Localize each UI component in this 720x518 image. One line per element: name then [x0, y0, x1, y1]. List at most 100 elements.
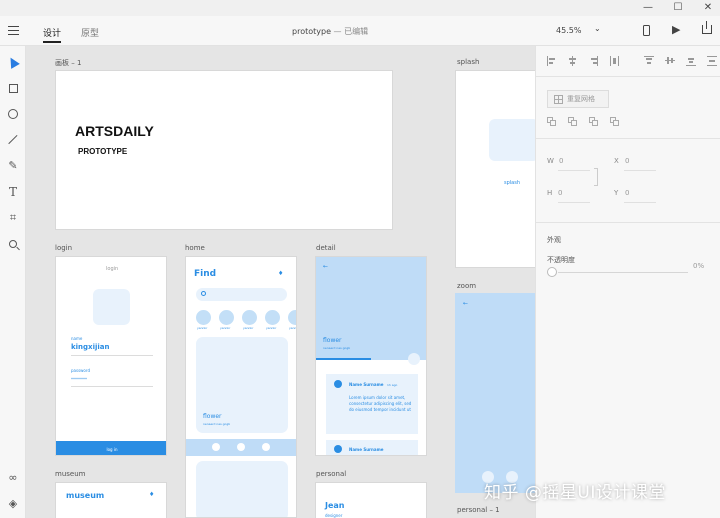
name-value: kingxijian: [71, 343, 110, 351]
divider: [71, 386, 153, 387]
artboard-museum[interactable]: museum ♦: [55, 482, 167, 518]
home-search-bar: [196, 288, 287, 301]
lock-aspect-icon[interactable]: [594, 168, 598, 186]
document-status: 已编辑: [344, 27, 369, 36]
detail-hero: ← flower nenaerd nas gogb: [316, 257, 426, 365]
tab-prototype[interactable]: 原型: [81, 26, 99, 39]
opacity-slider[interactable]: [558, 272, 688, 273]
height-underline: [558, 202, 590, 203]
height-input[interactable]: 0: [558, 189, 562, 197]
artboard-main[interactable]: ARTSDAILY PROTOTYPE: [55, 70, 393, 230]
play-icon[interactable]: ▶: [672, 24, 680, 36]
artboard-label[interactable]: 画板 – 1: [55, 58, 81, 68]
align-right-icon[interactable]: [589, 56, 599, 66]
artboard-label[interactable]: personal: [316, 470, 346, 478]
maximize-button[interactable]: ☐: [662, 0, 694, 16]
artboard-home[interactable]: Find ♦ yannkr yannkr yannkr yannkr yannk…: [185, 256, 297, 518]
align-center-icon[interactable]: [568, 56, 578, 66]
opacity-value[interactable]: 0%: [693, 262, 704, 270]
plugins-button[interactable]: ∞: [0, 468, 26, 488]
artboard-label[interactable]: login: [55, 244, 72, 252]
device-preview-icon[interactable]: [643, 25, 650, 36]
share-icon[interactable]: [702, 21, 712, 34]
select-tool[interactable]: [0, 52, 26, 72]
divider: [71, 355, 153, 356]
text-tool[interactable]: T: [0, 182, 26, 202]
artboard-label[interactable]: personal – 1: [457, 506, 500, 514]
tab-design[interactable]: 设计: [43, 26, 62, 43]
tab-dot: [262, 443, 270, 451]
rectangle-tool[interactable]: [0, 78, 26, 98]
login-avatar: [93, 289, 130, 325]
align-top-icon[interactable]: [644, 56, 654, 66]
boolean-subtract-icon[interactable]: [568, 117, 578, 127]
login-title: login: [106, 266, 119, 272]
artboard-label[interactable]: detail: [316, 244, 336, 252]
artboard-tool[interactable]: ⌗: [0, 208, 26, 228]
x-input[interactable]: 0: [625, 157, 629, 165]
artboard-detail[interactable]: ← flower nenaerd nas gogb Name Surname 1…: [315, 256, 427, 456]
artboard-personal[interactable]: Jean designer: [315, 482, 427, 518]
artboard-splash[interactable]: splash: [455, 70, 535, 268]
artboard-subtitle: PROTOTYPE: [78, 147, 128, 156]
layers-icon: ◈: [8, 497, 18, 510]
back-arrow-icon: ←: [463, 300, 469, 307]
chevron-down-icon[interactable]: ⌄: [594, 24, 601, 33]
boolean-add-icon[interactable]: [547, 117, 557, 127]
repeat-grid-button[interactable]: 重复网格: [547, 90, 609, 108]
artboard-login[interactable]: login name kingxijian password ******** …: [55, 256, 167, 456]
minimize-button[interactable]: —: [632, 0, 664, 16]
comment-card: Name Surname 1h ago Lorem ipsum dolor si…: [326, 374, 418, 434]
artboard-label[interactable]: museum: [55, 470, 85, 478]
divider: [536, 222, 720, 223]
home-title: Find: [194, 269, 217, 279]
tools-sidebar: ✎ T ⌗ ∞ ◈: [0, 46, 26, 518]
width-input[interactable]: 0: [559, 157, 563, 165]
pen-tool[interactable]: ✎: [0, 156, 26, 176]
line-tool[interactable]: [0, 130, 26, 150]
ellipse-tool[interactable]: [0, 104, 26, 124]
zoom-level[interactable]: 45.5%: [556, 26, 581, 35]
artboard-label[interactable]: zoom: [457, 282, 476, 290]
rectangle-icon: [8, 83, 18, 93]
zoom-tool[interactable]: [0, 234, 26, 254]
museum-title: museum: [66, 491, 105, 500]
artboard-zoom[interactable]: ←: [455, 293, 535, 493]
x-underline: [624, 170, 656, 171]
progress-bar: [316, 358, 371, 360]
properties-panel: 重复网格 W 0 X 0 H 0 Y 0 外观 不透明度 0%: [535, 46, 720, 518]
card-title: flower: [203, 413, 222, 420]
featured-card: flower nenaerd nas gogb: [196, 337, 288, 433]
design-canvas[interactable]: 画板 – 1 ARTSDAILY PROTOTYPE splash splash…: [27, 46, 535, 518]
boolean-exclude-icon[interactable]: [610, 117, 620, 127]
ellipse-icon: [8, 109, 18, 119]
y-input[interactable]: 0: [625, 189, 629, 197]
distribute-vertical-icon[interactable]: [707, 56, 717, 66]
align-middle-icon[interactable]: [665, 56, 675, 66]
boolean-intersect-icon[interactable]: [589, 117, 599, 127]
divider: [536, 76, 720, 77]
align-bottom-icon[interactable]: [686, 56, 696, 66]
opacity-slider-handle[interactable]: [547, 267, 557, 277]
splash-logo: [489, 119, 535, 161]
y-underline: [624, 202, 656, 203]
height-label: H: [547, 189, 553, 197]
distribute-horizontal-icon[interactable]: [610, 56, 620, 66]
detail-title: flower: [323, 337, 342, 344]
appearance-title: 外观: [547, 236, 561, 244]
artboard-label[interactable]: home: [185, 244, 205, 252]
card-subtitle: nenaerd nas gogb: [203, 422, 231, 426]
align-left-icon[interactable]: [547, 56, 557, 66]
plugins-icon: ∞: [8, 471, 18, 484]
menu-icon[interactable]: [8, 26, 19, 35]
layers-button[interactable]: ◈: [0, 494, 26, 514]
tab-dot: [237, 443, 245, 451]
comment-time: 1h ago: [387, 383, 398, 387]
personal-role: designer: [325, 513, 343, 518]
avatar: [334, 380, 342, 388]
close-button[interactable]: ✕: [692, 0, 720, 16]
chip-label: yannkr: [220, 326, 231, 330]
category-chip: [242, 310, 257, 325]
artboard-label[interactable]: splash: [457, 58, 479, 66]
password-value: ********: [71, 377, 87, 382]
